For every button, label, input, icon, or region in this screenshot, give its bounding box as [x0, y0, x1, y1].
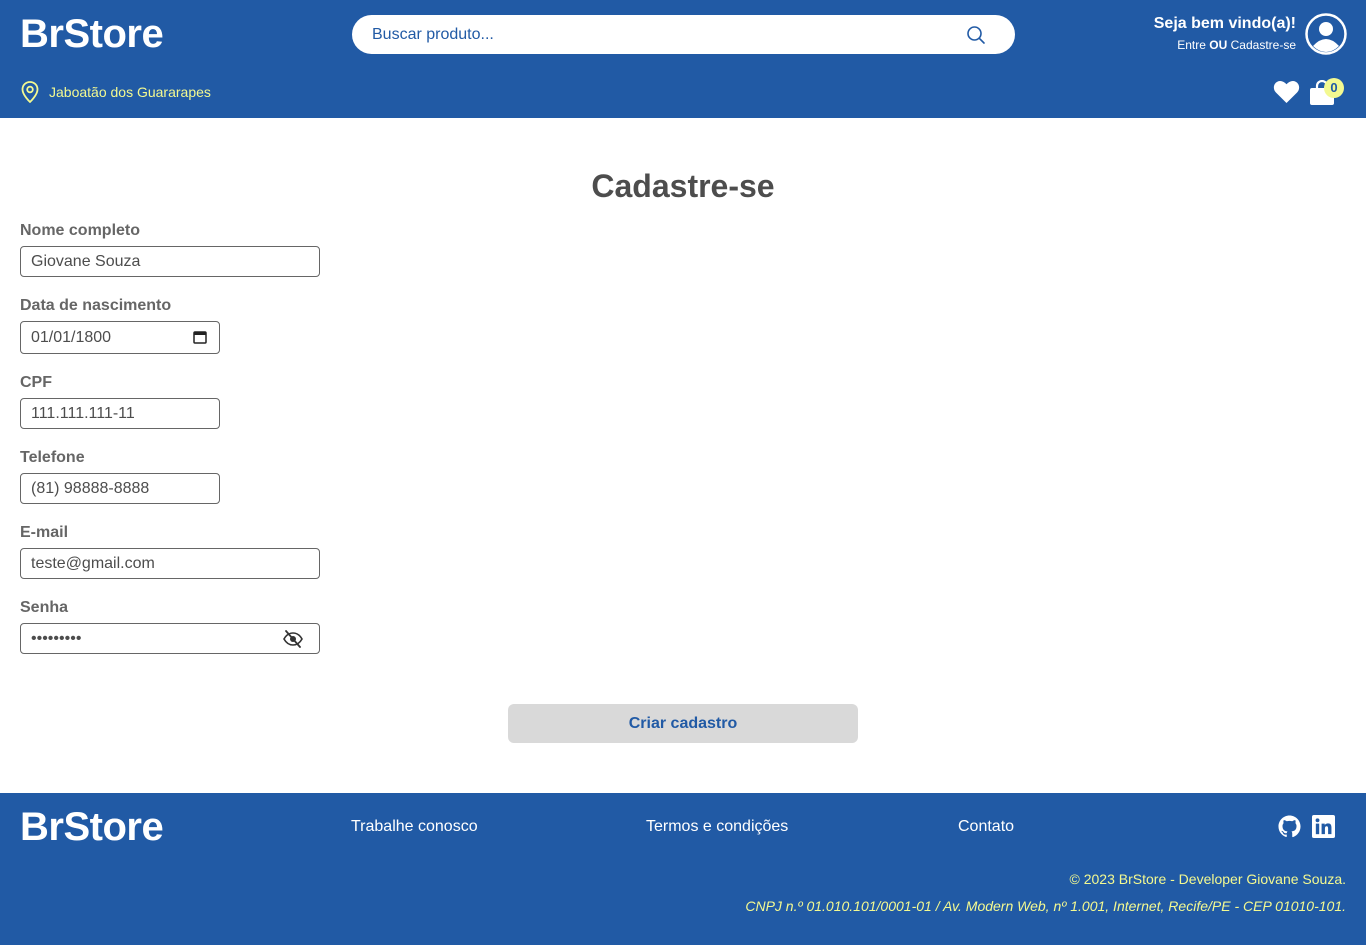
cpf-input[interactable] — [21, 399, 219, 428]
site-footer: BrStore Trabalhe conosco Termos e condiç… — [0, 793, 1366, 945]
user-avatar-icon[interactable] — [1305, 13, 1347, 55]
cpf-label: CPF — [20, 374, 52, 391]
copyright-text: © 2023 BrStore - Developer Giovane Souza… — [1069, 871, 1346, 887]
search-bar — [352, 15, 1015, 54]
password-field-box — [20, 623, 320, 654]
company-info-text: CNPJ n.º 01.010.101/0001-01 / Av. Modern… — [745, 898, 1346, 914]
password-input[interactable] — [21, 624, 319, 653]
location-pin-icon — [21, 81, 39, 103]
email-field-box — [20, 548, 320, 579]
birthdate-input[interactable] — [21, 322, 219, 353]
calendar-icon[interactable] — [193, 330, 207, 344]
search-input[interactable] — [372, 15, 962, 54]
footer-link-contact[interactable]: Contato — [958, 818, 1014, 836]
brand-logo[interactable]: BrStore — [20, 12, 164, 57]
login-link[interactable]: Entre — [1177, 38, 1206, 52]
page-title: Cadastre-se — [591, 168, 775, 204]
linkedin-icon[interactable] — [1312, 815, 1335, 838]
birthdate-field-box — [20, 321, 220, 354]
footer-logo[interactable]: BrStore — [20, 805, 164, 850]
site-header: BrStore Seja bem vindo(a)! Entre OU Cada… — [0, 0, 1366, 118]
welcome-or: OU — [1209, 38, 1228, 52]
footer-link-careers[interactable]: Trabalhe conosco — [351, 818, 478, 836]
cpf-field-box — [20, 398, 220, 429]
location-label: Jaboatão dos Guararapes — [49, 84, 211, 100]
heart-icon[interactable] — [1273, 80, 1300, 104]
create-account-button[interactable]: Criar cadastro — [508, 704, 858, 743]
location-selector[interactable]: Jaboatão dos Guararapes — [21, 80, 211, 104]
phone-label: Telefone — [20, 449, 85, 466]
footer-link-terms[interactable]: Termos e condições — [646, 818, 788, 836]
welcome-title: Seja bem vindo(a)! — [1153, 15, 1296, 32]
email-label: E-mail — [20, 524, 69, 541]
phone-input[interactable] — [21, 474, 219, 503]
birthdate-label: Data de nascimento — [20, 297, 172, 314]
name-input[interactable] — [21, 247, 319, 276]
password-label: Senha — [20, 599, 69, 616]
signup-link[interactable]: Cadastre-se — [1231, 38, 1296, 52]
name-field-box — [20, 246, 320, 277]
github-icon[interactable] — [1278, 815, 1301, 838]
cart-count-badge: 0 — [1324, 78, 1344, 98]
email-input[interactable] — [21, 549, 319, 578]
search-icon[interactable] — [966, 25, 986, 45]
eye-off-icon[interactable] — [283, 630, 303, 648]
phone-field-box — [20, 473, 220, 504]
welcome-block: Seja bem vindo(a)! Entre OU Cadastre-se — [1154, 14, 1296, 55]
name-label: Nome completo — [20, 222, 141, 239]
welcome-subtitle: Entre OU Cadastre-se — [1154, 35, 1296, 55]
